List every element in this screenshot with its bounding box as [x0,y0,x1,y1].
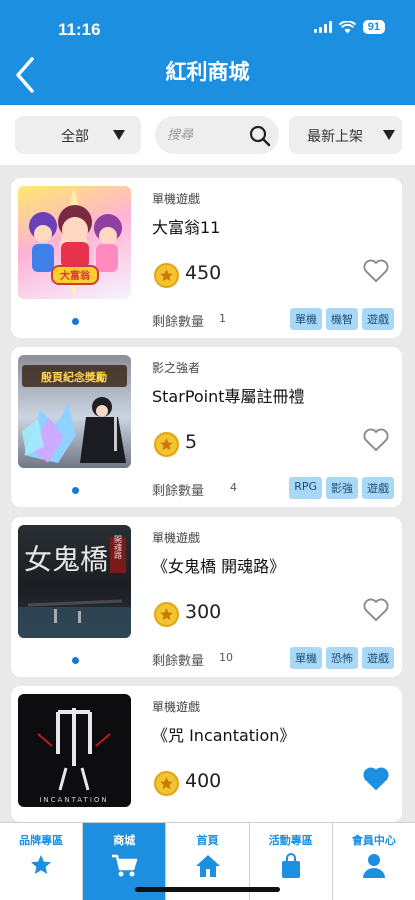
coin-icon [154,602,179,627]
game-art-image: 女鬼橋 開魂路 [18,535,131,638]
page-title: 紅利商城 [165,60,250,84]
product-price: 300 [185,601,222,623]
search-icon[interactable] [249,125,271,147]
wifi-icon [338,20,356,33]
tab-label: 會員中心 [351,834,396,847]
tab-label: 活動專區 [268,834,313,847]
stock-value: 10 [219,651,233,664]
product-price: 450 [185,262,222,284]
tag[interactable]: 遊戲 [362,647,394,669]
dropdown-arrow-icon [113,130,125,140]
tag[interactable]: 恐怖 [326,647,358,669]
product-thumbnail: 大富翁 [18,186,131,299]
coin-icon [154,771,179,796]
signal-icon [313,21,332,33]
category-dropdown[interactable]: 全部 [15,116,141,154]
tag-list: 單機 機智 遊戲 [290,308,394,330]
game-title-text: 女鬼橋 [24,543,108,576]
game-logo-text: 大富翁 [60,269,90,282]
sort-dropdown[interactable]: 最新上架 [289,116,402,154]
tab-brand-zone[interactable]: 品牌專區 [0,823,84,900]
product-category: 單機遊戲 [152,531,201,545]
cart-icon [112,854,138,877]
carousel-dot [72,657,79,664]
product-card[interactable]: INCANTATION 單機遊戲 《咒 Incantation》 400 [11,686,402,822]
tag[interactable]: 單機 [290,647,322,669]
bag-icon [281,853,300,878]
tag[interactable]: RPG [289,477,322,499]
home-indicator [135,887,280,892]
product-title: 大富翁11 [152,218,221,237]
stock-label: 剩餘數量 [152,654,205,669]
game-subtitle-text: 開魂路 [114,535,123,559]
game-title-text: INCANTATION [39,796,108,804]
product-thumbnail: 殷頁紀念獎勵 [18,355,131,468]
carousel-dot [72,318,79,325]
product-category: 單機遊戲 [152,192,201,206]
user-icon [362,854,385,878]
tab-member-center[interactable]: 會員中心 [333,823,415,900]
stock-value: 1 [219,312,226,325]
star-icon [31,855,52,874]
status-icons: 91 [313,20,385,34]
product-card[interactable]: 女鬼橋 開魂路 單機遊戲 《女鬼橋 開魂路》 300 剩餘數量 10 單機 恐怖… [11,517,402,677]
tag[interactable]: 單機 [290,308,322,330]
heart-outline-icon[interactable] [362,596,390,622]
tag[interactable]: 影強 [326,477,358,499]
product-title: 《女鬼橋 開魂路》 [152,557,286,576]
tab-label: 首頁 [196,834,219,847]
status-bar: 11:16 91 [0,0,415,50]
tag[interactable]: 遊戲 [362,308,394,330]
tag-list: 單機 恐怖 遊戲 [290,647,394,669]
sort-dropdown-label: 最新上架 [307,129,363,145]
carousel-dot [72,487,79,494]
product-category: 影之強者 [152,361,201,375]
product-title: 《咒 Incantation》 [152,726,296,745]
tag[interactable]: 遊戲 [362,477,394,499]
search-input[interactable] [167,125,245,145]
category-dropdown-label: 全部 [61,129,89,145]
heart-outline-icon[interactable] [362,426,390,452]
stock-label: 剩餘數量 [152,484,205,499]
stock-value: 4 [230,481,237,494]
app-header: 紅利商城 [0,50,415,105]
battery-indicator: 91 [362,20,385,34]
heart-filled-icon[interactable] [362,765,390,791]
chevron-left-icon [16,57,34,93]
product-thumbnail: INCANTATION [18,694,131,807]
coin-icon [154,432,179,457]
back-button[interactable] [10,55,50,99]
product-price: 400 [185,770,222,792]
tab-label: 商城 [113,834,136,847]
stock-label: 剩餘數量 [152,315,205,330]
search-box[interactable] [155,116,279,154]
game-art-image: INCANTATION [37,708,111,804]
product-card[interactable]: 殷頁紀念獎勵 影之強者 StarPoint專屬註冊禮 5 剩餘數量 4 RPG … [11,347,402,507]
product-category: 單機遊戲 [152,700,201,714]
product-price: 5 [185,431,198,453]
home-icon [195,855,220,877]
status-time: 11:16 [58,20,101,39]
tag[interactable]: 機智 [326,308,358,330]
filter-bar: 全部 最新上架 [0,105,415,165]
game-art-image: 殷頁紀念獎勵 [22,365,127,463]
product-title: StarPoint專屬註冊禮 [152,387,305,406]
product-thumbnail: 女鬼橋 開魂路 [18,525,131,638]
game-banner-text: 殷頁紀念獎勵 [41,370,107,384]
coin-icon [154,263,179,288]
heart-outline-icon[interactable] [362,257,390,283]
tag-list: RPG 影強 遊戲 [289,477,394,499]
tab-label: 品牌專區 [19,834,64,847]
game-art-image: 大富翁 [29,186,122,299]
product-card[interactable]: 大富翁 單機遊戲 大富翁11 450 剩餘數量 1 單機 機智 遊戲 [11,178,402,338]
dropdown-arrow-icon [383,130,395,140]
